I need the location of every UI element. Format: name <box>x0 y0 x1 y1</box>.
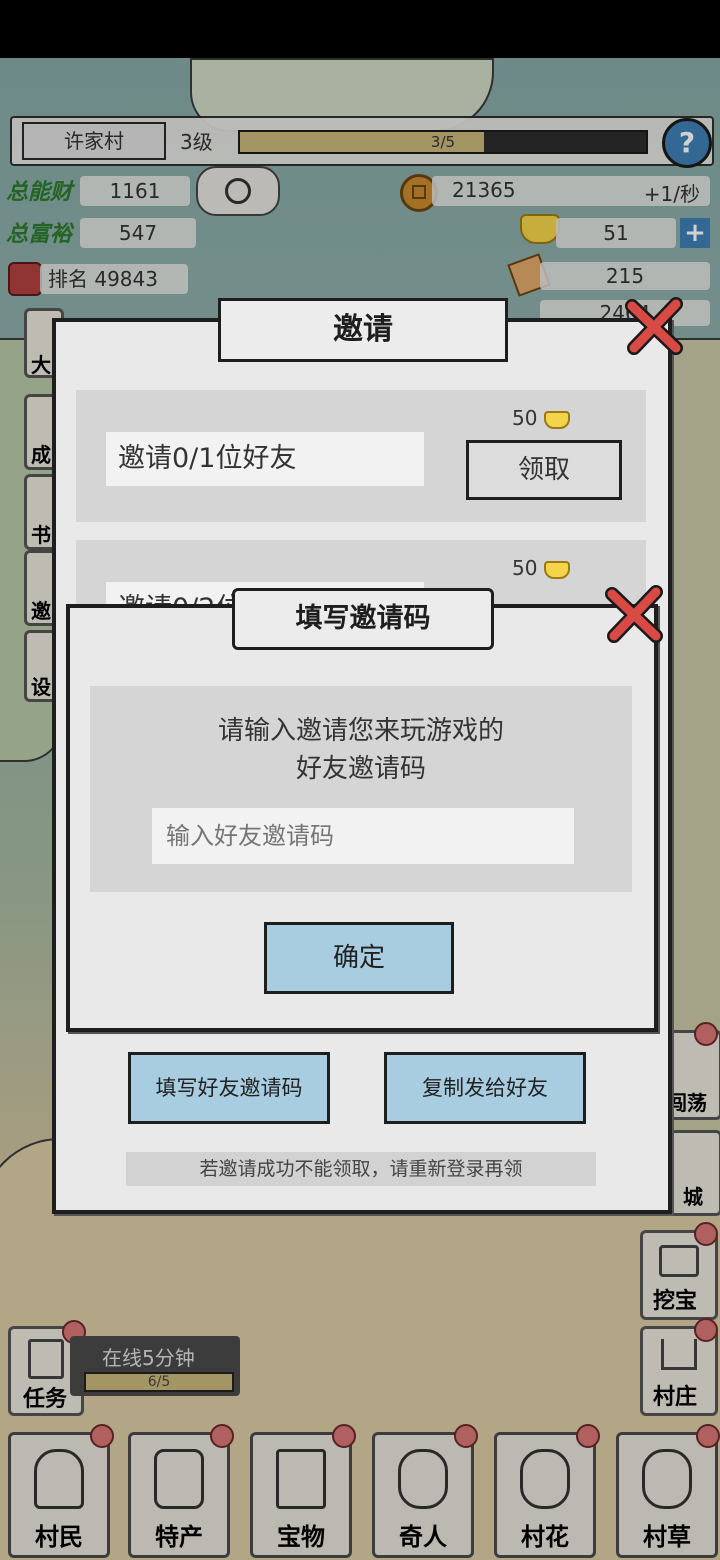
status-bar <box>0 0 720 58</box>
invite-row: 邀请0/1位好友 50 领取 <box>76 390 646 522</box>
copy-to-friend-button[interactable]: 复制发给好友 <box>384 1052 586 1124</box>
confirm-button[interactable]: 确定 <box>264 922 454 994</box>
reward-value: 50 <box>512 556 538 580</box>
invite-code-dialog: 请输入邀请您来玩游戏的 好友邀请码 确定 <box>66 604 658 1032</box>
fill-invite-code-button[interactable]: 填写好友邀请码 <box>128 1052 330 1124</box>
claim-button[interactable]: 领取 <box>466 440 622 500</box>
gold-ingot-icon <box>543 410 570 429</box>
reward-amount: 50 <box>512 556 570 580</box>
code-dialog-title: 填写邀请码 <box>232 588 494 650</box>
gold-ingot-icon <box>543 560 570 579</box>
code-prompt-line1: 请输入邀请您来玩游戏的 <box>217 716 504 746</box>
invite-row-text: 邀请0/1位好友 <box>106 432 424 486</box>
code-prompt-line2: 好友邀请码 <box>295 754 426 784</box>
reward-amount: 50 <box>512 406 570 430</box>
invite-notice: 若邀请成功不能领取，请重新登录再领 <box>126 1152 596 1186</box>
close-icon[interactable] <box>624 296 684 356</box>
code-prompt-card: 请输入邀请您来玩游戏的 好友邀请码 <box>90 686 632 892</box>
reward-value: 50 <box>512 406 538 430</box>
invite-dialog-title: 邀请 <box>218 298 508 362</box>
close-icon[interactable] <box>604 584 664 644</box>
invite-code-input[interactable] <box>152 808 574 864</box>
